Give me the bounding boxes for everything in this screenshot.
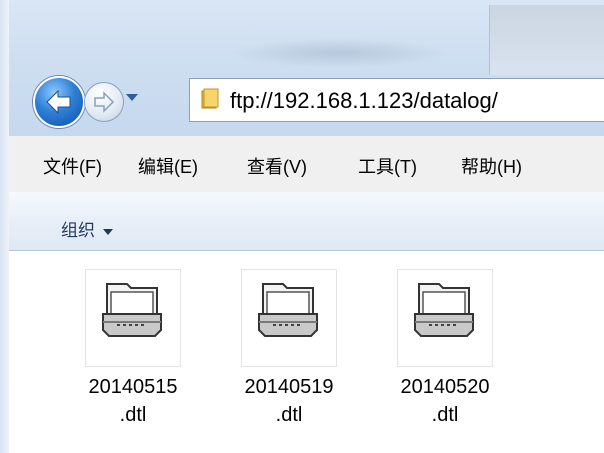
file-thumbnail <box>241 269 337 367</box>
background-blur <box>229 38 449 68</box>
organize-label: 组织 <box>61 221 95 240</box>
file-thumbnail <box>397 269 493 367</box>
file-list: 20140515 .dtl 20140519 .dtl 20140520 .dt… <box>9 251 604 453</box>
chevron-down-icon <box>103 228 113 235</box>
address-bar[interactable]: ftp://192.168.1.123/datalog/ ▾ <box>189 78 604 122</box>
address-input[interactable]: ftp://192.168.1.123/datalog/ <box>230 88 498 114</box>
background-window <box>489 5 604 75</box>
menu-tools[interactable]: 工具(T) <box>358 153 417 179</box>
file-name-line1: 20140519 <box>244 376 334 398</box>
file-name: 20140515 .dtl <box>63 373 203 429</box>
forward-arrow-icon <box>94 91 115 113</box>
back-button[interactable] <box>33 76 85 128</box>
file-name-line1: 20140515 <box>88 376 178 398</box>
file-drawer-icon <box>102 283 162 337</box>
menu-help[interactable]: 帮助(H) <box>461 153 522 179</box>
file-thumbnail <box>85 269 181 367</box>
file-name: 20140519 .dtl <box>219 373 359 429</box>
file-name-line1: 20140520 <box>400 376 490 398</box>
command-bar: 组织 <box>9 192 604 251</box>
file-drawer-icon <box>414 283 474 337</box>
organize-button[interactable]: 组织 <box>61 216 113 241</box>
folder-icon <box>201 88 219 109</box>
forward-button[interactable] <box>84 82 124 122</box>
file-name-line2: .dtl <box>431 404 459 426</box>
menu-view[interactable]: 查看(V) <box>247 153 307 179</box>
chevron-down-icon[interactable] <box>126 94 138 101</box>
file-name-line2: .dtl <box>119 404 147 426</box>
back-arrow-icon <box>46 89 71 115</box>
file-drawer-icon <box>258 283 318 337</box>
file-name: 20140520 .dtl <box>375 373 515 429</box>
explorer-window: ftp://192.168.1.123/datalog/ ▾ 文件(F) 编辑(… <box>0 0 604 453</box>
menu-edit[interactable]: 编辑(E) <box>138 153 198 179</box>
menu-file[interactable]: 文件(F) <box>43 153 102 179</box>
menu-bar: 文件(F) 编辑(E) 查看(V) 工具(T) 帮助(H) <box>9 136 604 193</box>
file-name-line2: .dtl <box>275 404 303 426</box>
